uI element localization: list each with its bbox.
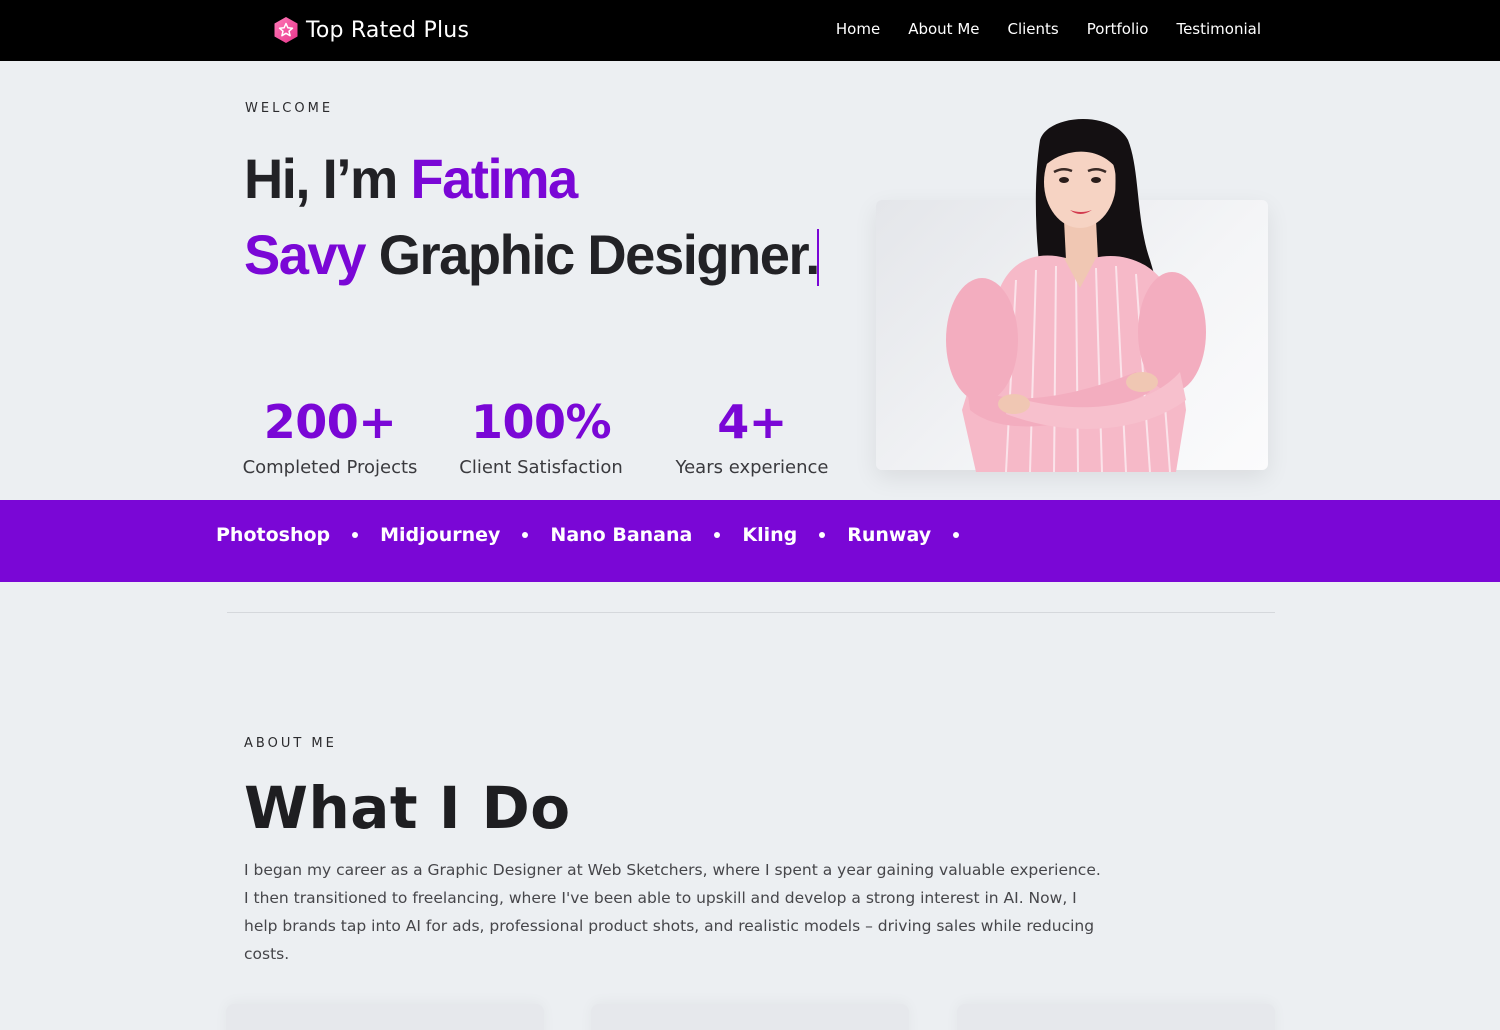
bullet-dot-icon: [352, 532, 359, 538]
stat-label: Completed Projects: [242, 457, 418, 478]
stat-completed-projects: 200+ Completed Projects: [234, 396, 426, 478]
skill-runway: Runway: [847, 524, 932, 546]
hero-typed-word: Savy: [244, 223, 367, 286]
hero-name: Fatima: [410, 147, 578, 210]
main-nav: Home About Me Clients Portfolio Testimon…: [836, 20, 1261, 38]
stat-years-experience: 4+ Years experience: [668, 396, 836, 478]
service-card[interactable]: [957, 1004, 1275, 1030]
portrait-image: [946, 118, 1206, 472]
skill-kling: Kling: [742, 524, 798, 546]
about-eyebrow: ABOUT ME: [244, 736, 337, 751]
nav-portfolio[interactable]: Portfolio: [1087, 20, 1149, 38]
stat-label: Client Satisfaction: [459, 457, 623, 478]
stat-value: 200+: [263, 395, 397, 449]
nav-clients[interactable]: Clients: [1008, 20, 1059, 38]
skill-photoshop: Photoshop: [216, 524, 331, 546]
skill-midjourney: Midjourney: [380, 524, 501, 546]
skills-marquee: Photoshop Midjourney Nano Banana Kling R…: [0, 500, 1500, 582]
service-card[interactable]: [226, 1004, 544, 1030]
bullet-dot-icon: [522, 532, 529, 538]
hero-greeting: Hi, I’m: [244, 147, 411, 210]
stat-value: 100%: [470, 395, 612, 449]
nav-testimonial[interactable]: Testimonial: [1176, 20, 1261, 38]
stat-value: 4+: [717, 395, 787, 449]
brand-home-link[interactable]: Top Rated Plus: [272, 14, 469, 46]
star-badge-icon: [274, 17, 298, 43]
nav-about-me[interactable]: About Me: [908, 20, 979, 38]
bullet-dot-icon: [819, 532, 826, 538]
bullet-dot-icon: [714, 532, 721, 538]
typing-cursor: [817, 229, 819, 286]
welcome-eyebrow: WELCOME: [245, 101, 334, 116]
bullet-dot-icon: [953, 532, 960, 538]
skill-nano-banana: Nano Banana: [550, 524, 693, 546]
hero-greeting-line: Hi, I’m Fatima: [244, 146, 578, 211]
skills-list: Photoshop Midjourney Nano Banana Kling R…: [216, 524, 981, 546]
about-title: What I Do: [244, 774, 571, 842]
brand-name: Top Rated Plus: [306, 17, 470, 43]
stat-label: Years experience: [675, 457, 829, 478]
hero-role-line: Savy Graphic Designer.: [244, 222, 821, 287]
service-card[interactable]: [591, 1004, 909, 1030]
top-navbar: Top Rated Plus Home About Me Clients Por…: [0, 0, 1500, 61]
about-body: I began my career as a Graphic Designer …: [244, 861, 1101, 963]
hero-role: Graphic Designer.: [378, 223, 821, 286]
section-divider: [227, 612, 1275, 613]
nav-home[interactable]: Home: [836, 20, 880, 38]
stat-client-satisfaction: 100% Client Satisfaction: [451, 396, 631, 478]
